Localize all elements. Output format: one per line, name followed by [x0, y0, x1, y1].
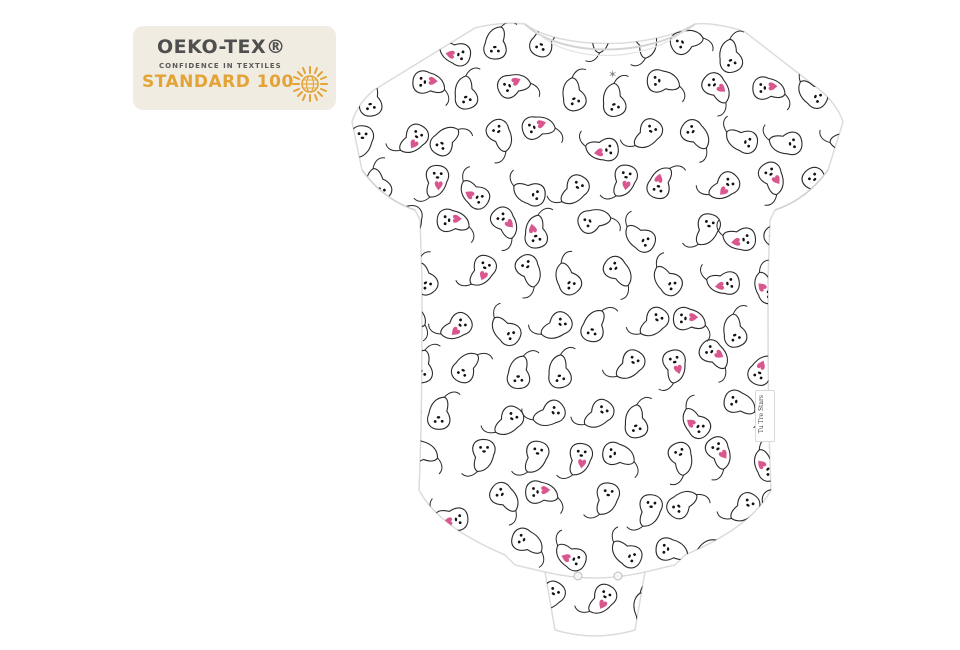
otter-motif [838, 535, 843, 576]
otter-motif [821, 477, 870, 527]
sun-globe-icon [292, 66, 328, 102]
otter-motif [795, 251, 843, 302]
otter-motif [352, 23, 384, 75]
otter-motif [350, 209, 381, 259]
otter-motif [768, 580, 814, 624]
otter-motif [814, 203, 843, 253]
otter-motif [836, 438, 843, 489]
otter-motif [363, 443, 408, 486]
otter-motif [360, 523, 411, 574]
otter-motif [833, 65, 870, 111]
badge-brand: OEKO-TEX® [157, 36, 286, 58]
otter-motif [792, 529, 842, 576]
otter-motif [779, 338, 830, 390]
oeko-tex-badge: OEKO-TEX® CONFIDENCE IN TEXTILES STANDAR… [133, 26, 336, 110]
otter-motif [352, 479, 373, 522]
otter-motif [374, 387, 426, 439]
otter-motif [361, 345, 405, 391]
otter-motif [830, 253, 870, 302]
otter-motif [804, 298, 853, 346]
otter-motif [774, 305, 814, 341]
otter-motif [352, 299, 377, 347]
otter-motif [782, 437, 830, 487]
otter-motif [474, 567, 523, 614]
otter-motif [672, 567, 723, 618]
otter-motif [350, 384, 381, 430]
otter-motif [814, 22, 861, 70]
otter-motif [382, 579, 423, 617]
garment-tag-text: Tu Tre Stars [758, 395, 765, 434]
otter-motif [804, 390, 843, 440]
badge-tagline: CONFIDENCE IN TEXTILES [159, 62, 282, 70]
otter-motif [813, 580, 863, 629]
otter-motif [352, 573, 380, 625]
bodysuit-image: ✶ [350, 22, 870, 637]
svg-text:✶: ✶ [608, 68, 617, 81]
otter-motif [744, 525, 790, 569]
otter-motif [370, 484, 422, 535]
otter-motif [716, 575, 764, 624]
otter-motif [425, 576, 469, 617]
otter-motif [364, 253, 413, 304]
product-photo: OEKO-TEX® CONFIDENCE IN TEXTILES STANDAR… [0, 0, 960, 650]
otter-motif [840, 163, 870, 204]
garment-tag: Tu Tre Stars [755, 390, 775, 442]
otter-motif [839, 348, 870, 391]
badge-standard: STANDARD 100 [142, 72, 294, 92]
otter-motif [403, 529, 450, 577]
